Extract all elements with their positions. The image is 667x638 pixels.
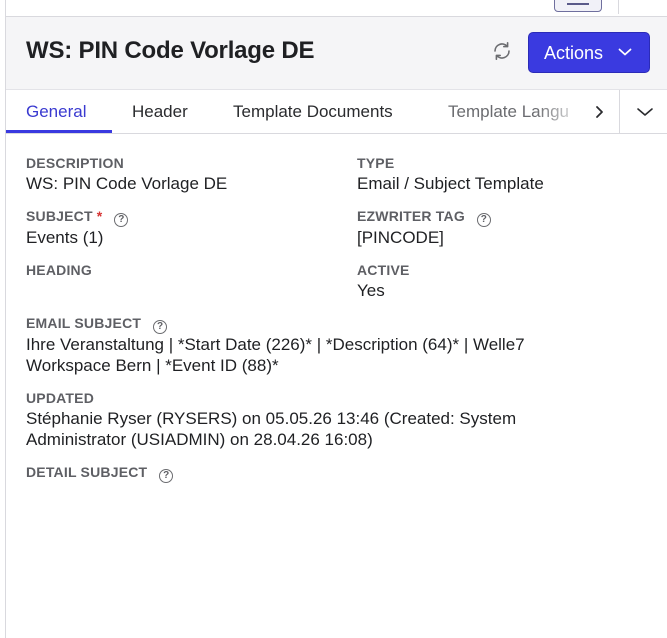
help-icon[interactable]: ?	[153, 320, 168, 334]
ezwriter-tag-label: EZWRITER TAG	[357, 208, 465, 224]
subject-label: SUBJECT	[26, 208, 93, 224]
description-label: DESCRIPTION	[26, 155, 124, 171]
active-tab-indicator	[6, 130, 112, 133]
type-value: Email / Subject Template	[357, 174, 544, 193]
tab-general[interactable]: General	[26, 102, 86, 122]
help-icon[interactable]: ?	[476, 213, 491, 227]
record-header: WS: PIN Code Vorlage DE Actions	[6, 17, 667, 89]
active-label: ACTIVE	[357, 262, 410, 278]
tab-header[interactable]: Header	[132, 102, 188, 122]
ezwriter-tag-value: [PINCODE]	[357, 228, 444, 247]
actions-button[interactable]: Actions	[528, 32, 650, 73]
help-icon[interactable]: ?	[159, 469, 174, 483]
divider	[618, 0, 619, 14]
tab-template-documents[interactable]: Template Documents	[233, 102, 393, 122]
updated-value-line2: Administrator (USIADMIN) on 28.04.26 16:…	[26, 430, 373, 449]
active-value: Yes	[357, 281, 385, 300]
detail-subject-label-group: DETAIL SUBJECT?	[26, 464, 174, 483]
required-marker: *	[96, 208, 103, 224]
description-value: WS: PIN Code Vorlage DE	[26, 174, 228, 193]
tab-overflow-menu-button[interactable]	[619, 90, 667, 133]
email-subject-label-group: EMAIL SUBJECT?	[26, 315, 168, 334]
heading-label: HEADING	[26, 262, 92, 278]
tab-scroll-right-button[interactable]	[590, 102, 608, 122]
help-icon[interactable]: ?	[114, 213, 129, 227]
top-toolbar-strip	[6, 0, 667, 17]
actions-button-label: Actions	[544, 43, 604, 63]
panel-toggle-icon	[567, 3, 589, 5]
subject-value: Events (1)	[26, 228, 104, 247]
email-subject-value-line1: Ihre Veranstaltung | *Start Date (226)* …	[26, 335, 525, 354]
record-panel: WS: PIN Code Vorlage DE Actions General …	[5, 0, 667, 638]
tab-bar: General Header Template Documents Templa…	[6, 89, 667, 134]
updated-value-line1: Stéphanie Ryser (RYSERS) on 05.05.26 13:…	[26, 409, 517, 428]
ezwriter-tag-label-group: EZWRITER TAG?	[357, 208, 491, 227]
refresh-icon	[494, 42, 510, 60]
tab-fade	[536, 90, 586, 133]
chevron-right-icon	[596, 106, 603, 118]
subject-label-group: SUBJECT *?	[26, 208, 129, 227]
email-subject-label: EMAIL SUBJECT	[26, 315, 142, 331]
page-title: WS: PIN Code Vorlage DE	[26, 37, 315, 64]
chevron-down-icon	[637, 108, 653, 116]
chevron-down-icon	[618, 48, 632, 56]
updated-label: UPDATED	[26, 390, 95, 406]
type-label: TYPE	[357, 155, 395, 171]
refresh-button[interactable]	[490, 39, 514, 63]
email-subject-value-line2: Workspace Bern | *Event ID (88)*	[26, 356, 279, 375]
detail-subject-label: DETAIL SUBJECT	[26, 464, 148, 480]
panel-toggle-button[interactable]	[554, 0, 602, 12]
